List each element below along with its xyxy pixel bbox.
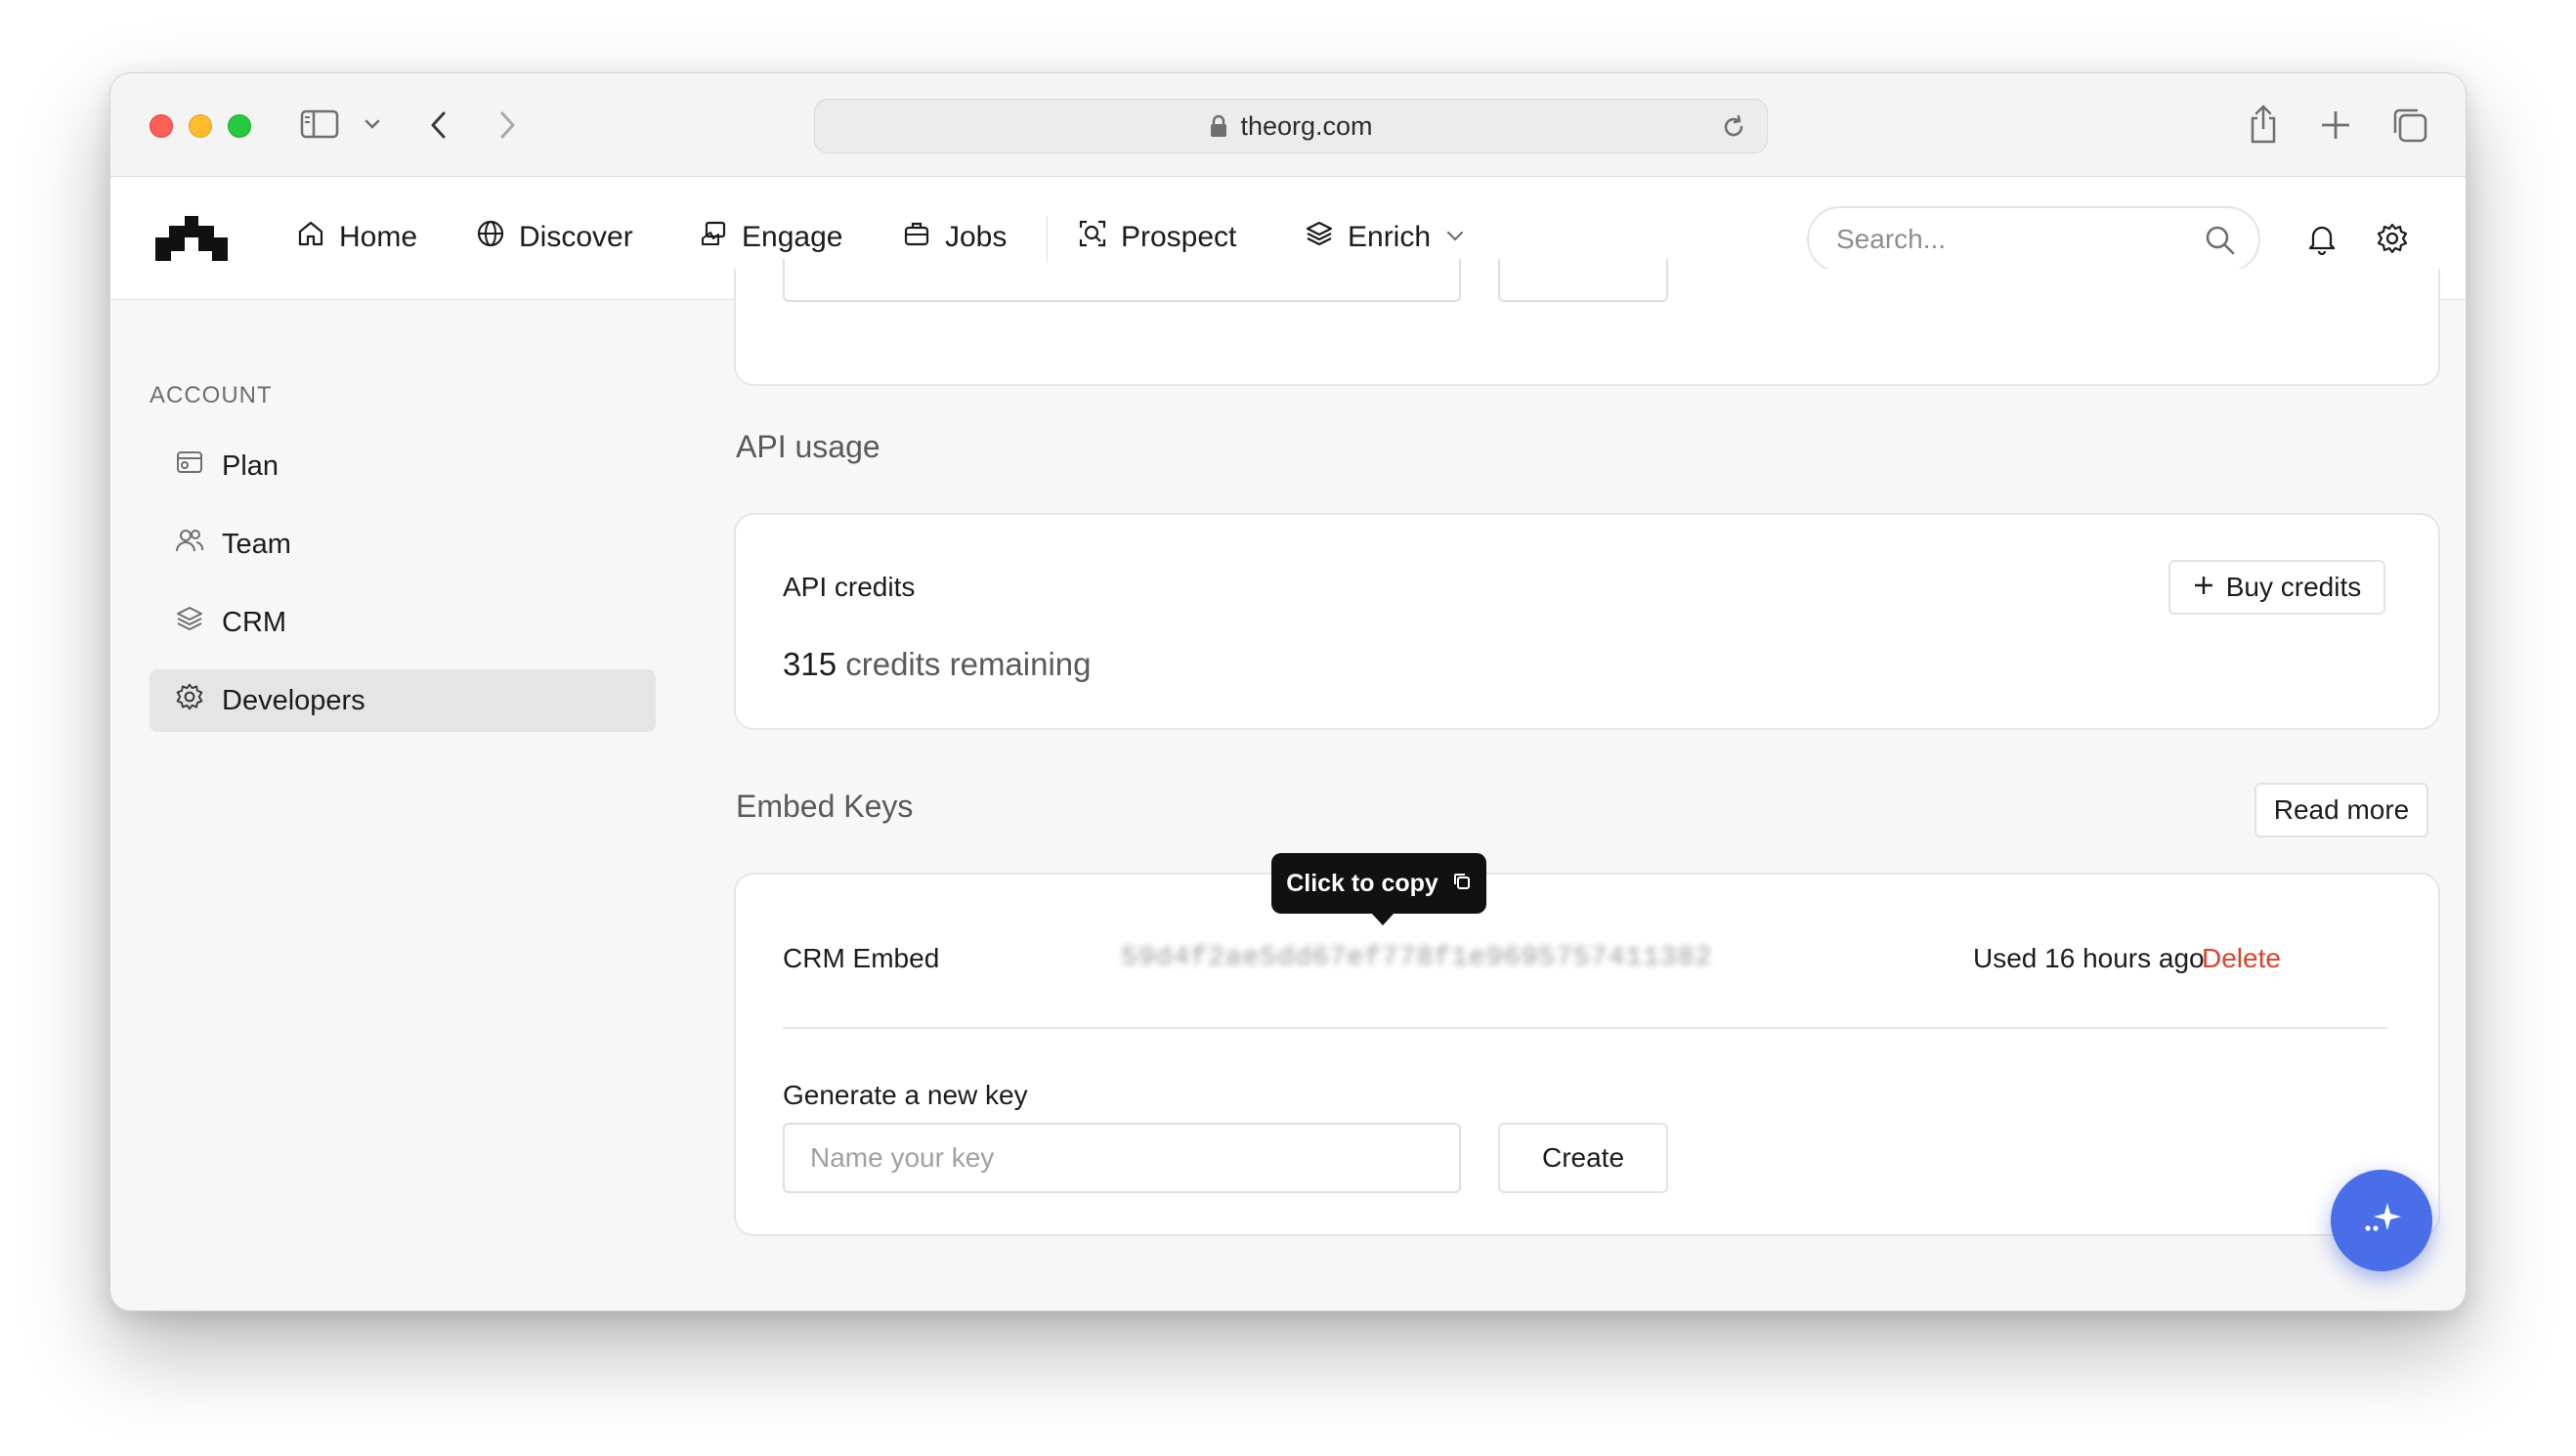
zoom-window-button[interactable] (228, 114, 251, 138)
key-name: CRM Embed (783, 943, 940, 973)
sidebar-item-label: CRM (222, 606, 287, 638)
url-text: theorg.com (1240, 110, 1373, 141)
nav-divider (1047, 216, 1048, 263)
desktop: theorg.com Home Discover Engage Jobs Pro… (0, 0, 2576, 1456)
prospect-icon (1078, 219, 1107, 256)
browser-window: theorg.com Home Discover Engage Jobs Pro… (109, 72, 2467, 1311)
briefcase-icon (902, 219, 931, 256)
sidebar-item-label: Team (222, 528, 291, 560)
share-icon[interactable] (2247, 103, 2280, 146)
previous-input[interactable] (783, 259, 1461, 302)
previous-button[interactable] (1498, 259, 1668, 302)
search-input[interactable]: Search... (1807, 206, 2260, 273)
theorg-logo[interactable] (155, 216, 228, 266)
sidebar-item-crm[interactable]: CRM (150, 591, 656, 654)
chevron-down-icon (1444, 221, 1466, 254)
sidebar-toggle-icon[interactable] (300, 108, 339, 140)
key-last-used: Used 16 hours ago (1973, 943, 2205, 973)
sidebar-item-label: Developers (222, 684, 365, 716)
team-icon (175, 526, 204, 563)
nav-enrich[interactable]: Enrich (1305, 214, 1466, 261)
embed-keys-title: Embed Keys (736, 789, 914, 824)
reload-icon[interactable] (1720, 113, 1747, 148)
nav-discover[interactable]: Discover (476, 214, 633, 261)
ai-assistant-button[interactable] (2331, 1170, 2432, 1271)
layers-icon (1305, 219, 1334, 256)
sidebar-heading: ACCOUNT (150, 382, 273, 408)
lock-icon (1209, 114, 1228, 138)
browser-titlebar: theorg.com (110, 73, 2466, 177)
nav-prospect[interactable]: Prospect (1078, 214, 1236, 261)
buy-credits-button[interactable]: Buy credits (2168, 560, 2385, 615)
minimize-window-button[interactable] (189, 114, 212, 138)
sidebar-item-team[interactable]: Team (150, 513, 656, 576)
copy-tooltip: Click to copy (1271, 853, 1486, 925)
address-bar[interactable]: theorg.com (814, 99, 1768, 153)
engage-icon (699, 219, 728, 256)
previous-card (734, 259, 2440, 386)
copy-icon (1452, 870, 1472, 898)
generate-key-label: Generate a new key (783, 1080, 1028, 1110)
sidebar-item-label: Plan (222, 450, 279, 482)
create-key-button[interactable]: Create (1498, 1123, 1668, 1193)
gear-icon (175, 682, 204, 719)
sidebar-item-developers[interactable]: Developers (150, 669, 656, 732)
api-credits-card: API credits Buy credits 315 credits rema… (734, 513, 2440, 730)
embed-keys-card: CRM Embed Used 16 hours ago Delete Gener… (734, 873, 2440, 1236)
nav-engage[interactable]: Engage (699, 214, 842, 261)
key-value[interactable]: 59d4f2ae5dd67ef778f1e9695757411382 (1121, 943, 1712, 973)
layers-icon (175, 604, 204, 641)
plus-icon (2193, 572, 2214, 603)
home-icon (296, 219, 325, 256)
sidebar-item-plan[interactable]: Plan (150, 435, 656, 497)
credits-count: 315 (783, 646, 837, 682)
sparkle-icon (2358, 1195, 2405, 1247)
plan-icon (175, 448, 204, 485)
credits-suffix: credits remaining (845, 646, 1092, 682)
gear-icon[interactable] (2376, 222, 2409, 255)
bell-icon[interactable] (2305, 222, 2339, 255)
search-icon (2204, 224, 2237, 264)
chevron-down-icon[interactable] (363, 114, 382, 134)
new-tab-icon[interactable] (2319, 108, 2352, 142)
key-name-input[interactable]: Name your key (783, 1123, 1461, 1193)
nav-home[interactable]: Home (296, 214, 417, 261)
back-icon[interactable] (425, 108, 452, 142)
api-credits-title: API credits (783, 572, 916, 602)
close-window-button[interactable] (150, 114, 173, 138)
delete-key-button[interactable]: Delete (2202, 943, 2281, 974)
read-more-button[interactable]: Read more (2254, 783, 2428, 837)
tab-overview-icon[interactable] (2391, 107, 2428, 144)
api-usage-title: API usage (736, 429, 880, 464)
nav-jobs[interactable]: Jobs (902, 214, 1007, 261)
divider (783, 1027, 2387, 1029)
forward-icon[interactable] (494, 108, 521, 142)
globe-icon (476, 219, 505, 256)
credits-remaining: 315 credits remaining (783, 646, 1092, 683)
